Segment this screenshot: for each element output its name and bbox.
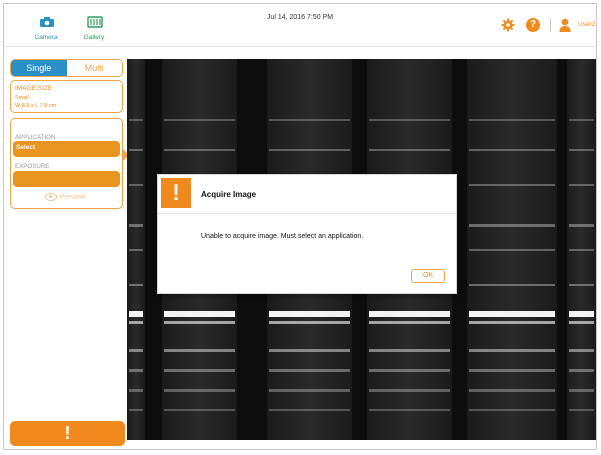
gel-band (469, 311, 555, 317)
top-bar: Camera Gallery Jul 14, 2016 7:50 PM ? Us… (4, 4, 596, 46)
gel-band (269, 349, 350, 352)
gel-band (469, 224, 555, 227)
gel-band (569, 389, 594, 392)
ok-button[interactable]: OK (411, 269, 445, 283)
left-panel: Single Multi IMAGE SIZE Small W 8.8 x L … (4, 47, 129, 449)
gel-band (164, 119, 235, 121)
application-label: APPLICATION (15, 134, 56, 141)
gel-band (269, 119, 350, 121)
gel-band (129, 184, 143, 186)
acquire-button[interactable]: ! (10, 421, 125, 446)
gel-band (269, 149, 350, 151)
gel-band (269, 321, 350, 324)
gel-band (469, 284, 555, 286)
dialog-message: Unable to acquire image. Must select an … (201, 233, 364, 240)
camera-tab-label: Camera (34, 34, 58, 41)
image-size-title: IMAGE SIZE (15, 85, 53, 92)
dialog-separator (158, 213, 456, 214)
gel-band (369, 311, 450, 317)
gel-band (369, 349, 450, 352)
gel-band (129, 321, 143, 324)
gel-band (569, 311, 594, 317)
gel-band (469, 321, 555, 324)
gel-band (569, 149, 594, 151)
gel-band (369, 369, 450, 372)
gel-band (569, 369, 594, 372)
warning-icon: ! (161, 178, 191, 208)
gel-band (129, 311, 143, 317)
acquire-image-dialog: ! Acquire Image Unable to acquire image.… (157, 174, 457, 294)
gel-band (129, 249, 143, 251)
multi-mode-button[interactable]: Multi (66, 60, 122, 76)
gel-band (569, 249, 594, 251)
gel-band (164, 349, 235, 352)
gel-band (164, 149, 235, 151)
eye-icon (45, 193, 57, 201)
gel-band (269, 311, 350, 317)
acquire-button-label: ! (64, 423, 71, 443)
gel-band (164, 321, 235, 324)
gel-band (369, 321, 450, 324)
gel-band (469, 249, 555, 251)
gel-band (569, 184, 594, 186)
gel-band (129, 284, 143, 286)
single-mode-button[interactable]: Single (11, 60, 67, 76)
gel-band (164, 311, 235, 317)
gel-band (569, 409, 594, 411)
dialog-title: Acquire Image (201, 190, 257, 199)
help-icon[interactable]: ? (526, 18, 540, 32)
preview-label: Preview (60, 193, 85, 201)
gel-band (129, 409, 143, 411)
user-icon[interactable] (559, 18, 571, 32)
gel-band (269, 369, 350, 372)
gel-band (469, 389, 555, 392)
gel-band (569, 349, 594, 352)
image-size-dimensions: W 8.8 x L 7.8 cm (15, 103, 57, 109)
acquisition-settings-card: APPLICATION Select EXPOSURE Preview (10, 118, 123, 209)
mode-toggle: Single Multi (10, 59, 123, 77)
header-divider (550, 18, 551, 32)
image-size-name: Small (15, 95, 29, 101)
gallery-tab-label: Gallery (83, 34, 105, 41)
gel-band (569, 119, 594, 121)
gel-band (569, 321, 594, 324)
exposure-field[interactable] (13, 171, 120, 187)
gel-band (164, 389, 235, 392)
gel-band (469, 184, 555, 186)
gel-band (469, 369, 555, 372)
gel-band (129, 119, 143, 121)
gel-band (129, 369, 143, 372)
gel-band (369, 409, 450, 411)
user-name[interactable]: User2 (578, 21, 595, 28)
gel-band (129, 224, 143, 227)
gel-band (164, 409, 235, 411)
preview-button[interactable]: Preview (45, 193, 85, 201)
gel-band (369, 119, 450, 121)
gel-band (129, 149, 143, 151)
image-size-card[interactable]: IMAGE SIZE Small W 8.8 x L 7.8 cm (10, 80, 123, 113)
gel-band (369, 149, 450, 151)
gel-band (469, 349, 555, 352)
gear-icon[interactable] (501, 18, 515, 32)
gel-band (164, 369, 235, 372)
gel-band (269, 389, 350, 392)
gel-band (269, 409, 350, 411)
gel-band (469, 149, 555, 151)
gel-band (469, 409, 555, 411)
gel-band (129, 349, 143, 352)
gel-band (369, 389, 450, 392)
gel-band (129, 389, 143, 392)
exposure-label: EXPOSURE (15, 163, 50, 170)
gel-band (569, 284, 594, 286)
application-select[interactable]: Select (13, 141, 120, 157)
gel-band (569, 224, 594, 227)
gel-band (469, 119, 555, 121)
